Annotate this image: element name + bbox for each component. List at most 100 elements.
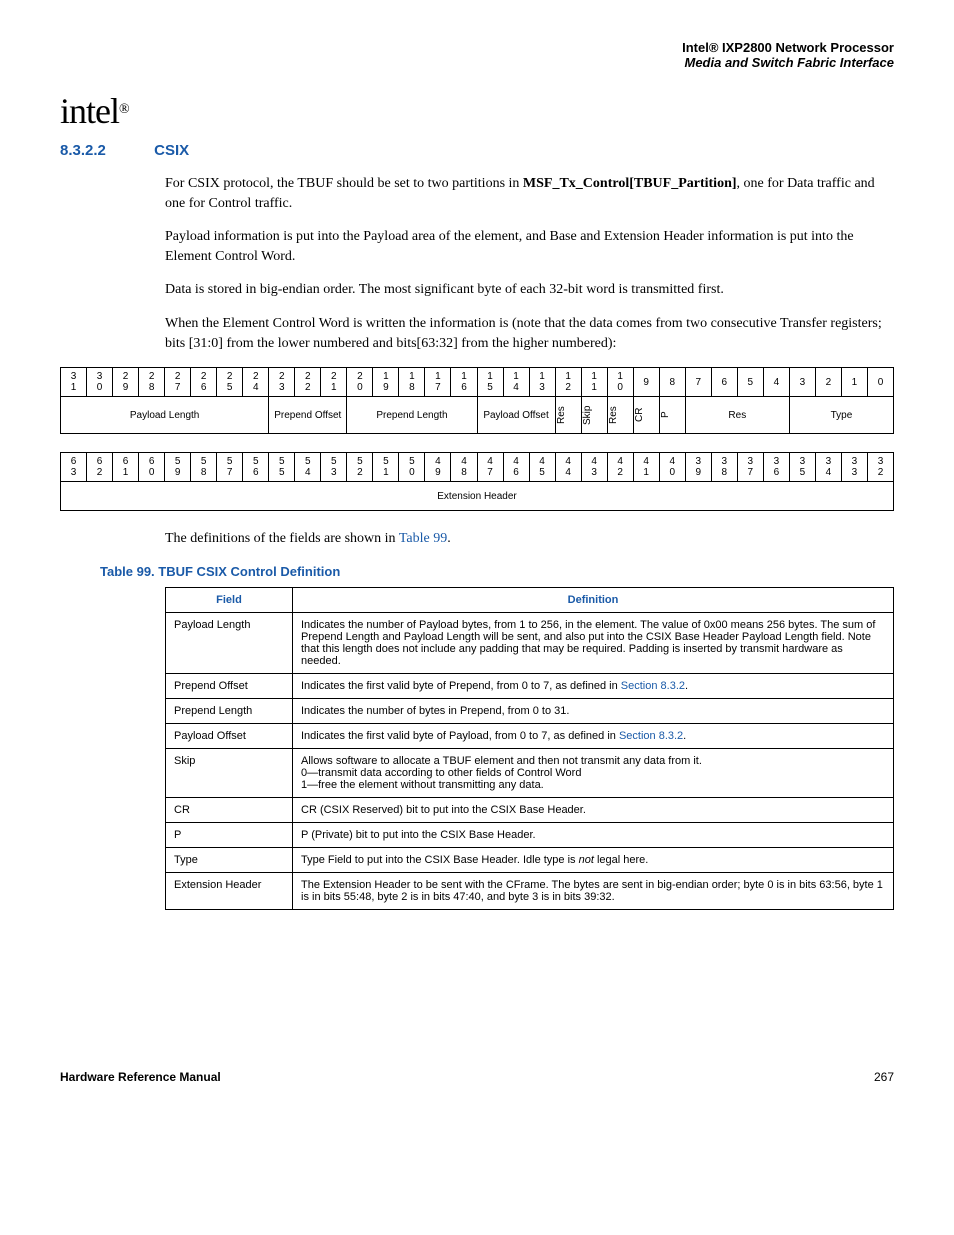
paragraph-5: The definitions of the fields are shown … (165, 529, 894, 549)
bit-cell: 34 (815, 453, 841, 482)
bit-cell: 54 (295, 453, 321, 482)
paragraph-1: For CSIX protocol, the TBUF should be se… (165, 174, 894, 213)
bit-cell: 9 (633, 368, 659, 397)
bit-cell: 26 (191, 368, 217, 397)
bit-cell: 39 (685, 453, 711, 482)
paragraph-3: Data is stored in big-endian order. The … (165, 280, 894, 300)
bit-cell: 12 (555, 368, 581, 397)
bit-row-2: 6362616059585756555453525150494847464544… (61, 453, 894, 482)
bit-cell: 46 (503, 453, 529, 482)
bit-cell: 36 (763, 453, 789, 482)
bit-cell: 29 (113, 368, 139, 397)
intel-logo: intel® (60, 90, 894, 132)
bit-cell: 31 (61, 368, 87, 397)
bit-table-2: 6362616059585756555453525150494847464544… (60, 452, 894, 511)
definition-cell: CR (CSIX Reserved) bit to put into the C… (293, 797, 894, 822)
definition-cell: The Extension Header to be sent with the… (293, 872, 894, 909)
paragraph-2: Payload information is put into the Payl… (165, 227, 894, 266)
bit-cell: 42 (607, 453, 633, 482)
section-link[interactable]: Section 8.3.2 (621, 680, 685, 692)
bit-cell: 14 (503, 368, 529, 397)
bit-cell: 56 (243, 453, 269, 482)
bit-cell: 3 (789, 368, 815, 397)
bit-cell: 21 (321, 368, 347, 397)
body-text-2: The definitions of the fields are shown … (165, 529, 894, 549)
table-row: TypeType Field to put into the CSIX Base… (166, 847, 894, 872)
field-cell: Payload Length (166, 612, 293, 673)
bit-cell: 19 (373, 368, 399, 397)
bit-cell: 45 (529, 453, 555, 482)
bit-cell: 37 (737, 453, 763, 482)
field-cell: Type (166, 847, 293, 872)
bit-cell: 17 (425, 368, 451, 397)
field-cell: Prepend Length (166, 698, 293, 723)
bit-cell: 62 (87, 453, 113, 482)
bit-cell: 53 (321, 453, 347, 482)
definition-cell: Indicates the number of bytes in Prepend… (293, 698, 894, 723)
table-row: SkipAllows software to allocate a TBUF e… (166, 748, 894, 797)
definition-table: Field Definition Payload LengthIndicates… (165, 587, 894, 910)
bit-cell: 18 (399, 368, 425, 397)
field-row-2: Extension Header (61, 482, 894, 511)
footer-left: Hardware Reference Manual (60, 1070, 221, 1084)
page-number: 267 (874, 1070, 894, 1084)
bit-cell: 43 (581, 453, 607, 482)
header-title: Media and Switch Fabric Interface (60, 55, 894, 70)
bit-cell: 57 (217, 453, 243, 482)
bit-cell: 58 (191, 453, 217, 482)
page-footer: Hardware Reference Manual 267 (60, 1070, 894, 1084)
bit-table-1: 3130292827262524232221201918171615141312… (60, 367, 894, 434)
bit-cell: 41 (633, 453, 659, 482)
bit-cell: 44 (555, 453, 581, 482)
bit-cell: 6 (711, 368, 737, 397)
bit-cell: 35 (789, 453, 815, 482)
field-cell: Prepend Offset (166, 673, 293, 698)
definition-cell: Indicates the number of Payload bytes, f… (293, 612, 894, 673)
bit-cell: 30 (87, 368, 113, 397)
bit-cell: 0 (867, 368, 893, 397)
bit-cell: 20 (347, 368, 373, 397)
table-row: Prepend LengthIndicates the number of by… (166, 698, 894, 723)
bit-cell: 25 (217, 368, 243, 397)
bit-cell: 60 (139, 453, 165, 482)
bit-cell: 33 (841, 453, 867, 482)
bit-cell: 7 (685, 368, 711, 397)
table-row: CRCR (CSIX Reserved) bit to put into the… (166, 797, 894, 822)
bit-cell: 55 (269, 453, 295, 482)
section-heading: 8.3.2.2 CSIX (60, 142, 894, 159)
field-row-1: Payload Length Prepend Offset Prepend Le… (61, 397, 894, 434)
section-title: CSIX (154, 142, 189, 159)
bit-cell: 48 (451, 453, 477, 482)
bit-cell: 10 (607, 368, 633, 397)
definition-cell: Indicates the first valid byte of Prepen… (293, 673, 894, 698)
definition-cell: Type Field to put into the CSIX Base Hea… (293, 847, 894, 872)
definition-cell: Indicates the first valid byte of Payloa… (293, 723, 894, 748)
bit-cell: 16 (451, 368, 477, 397)
section-number: 8.3.2.2 (60, 142, 150, 159)
bit-cell: 4 (763, 368, 789, 397)
field-cell: Skip (166, 748, 293, 797)
bit-cell: 22 (295, 368, 321, 397)
bit-cell: 13 (529, 368, 555, 397)
bit-cell: 38 (711, 453, 737, 482)
field-cell: Payload Offset (166, 723, 293, 748)
bit-cell: 11 (581, 368, 607, 397)
header-brand: Intel® IXP2800 Network Processor (60, 40, 894, 55)
bit-cell: 1 (841, 368, 867, 397)
table-row: Payload OffsetIndicates the first valid … (166, 723, 894, 748)
definition-cell: P (Private) bit to put into the CSIX Bas… (293, 822, 894, 847)
field-cell: P (166, 822, 293, 847)
bit-cell: 52 (347, 453, 373, 482)
bit-cell: 61 (113, 453, 139, 482)
field-cell: Extension Header (166, 872, 293, 909)
bit-cell: 40 (659, 453, 685, 482)
bit-row-1: 3130292827262524232221201918171615141312… (61, 368, 894, 397)
section-link[interactable]: Section 8.3.2 (619, 730, 683, 742)
table-link[interactable]: Table 99 (399, 531, 447, 546)
bit-cell: 49 (425, 453, 451, 482)
page-header: Intel® IXP2800 Network Processor Media a… (60, 40, 894, 70)
table-row: Extension HeaderThe Extension Header to … (166, 872, 894, 909)
bit-cell: 8 (659, 368, 685, 397)
field-cell: CR (166, 797, 293, 822)
table-row: Payload LengthIndicates the number of Pa… (166, 612, 894, 673)
